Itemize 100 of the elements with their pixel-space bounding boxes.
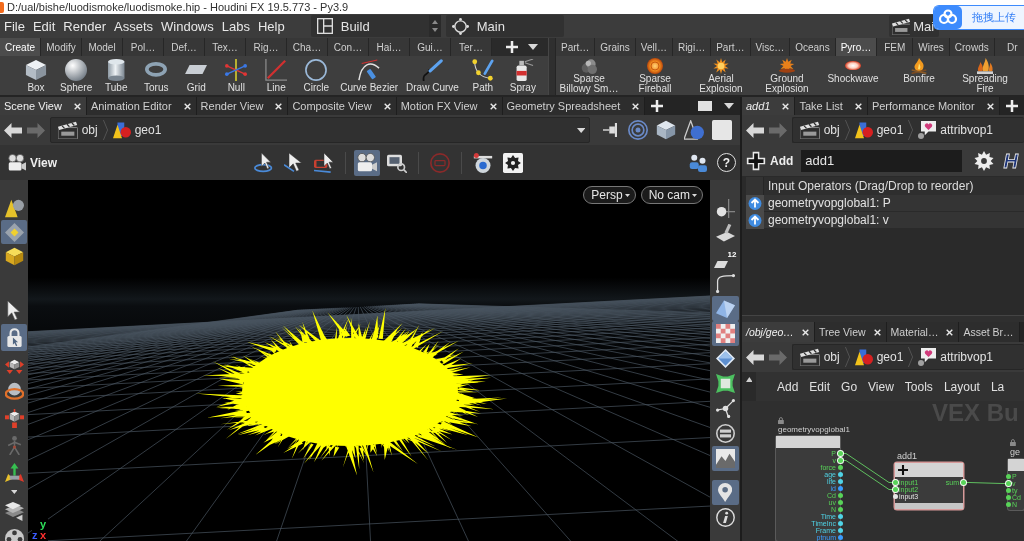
pane-tab[interactable]: Render View (196, 97, 289, 115)
menu-item[interactable]: Help (253, 15, 289, 37)
port-dot[interactable] (837, 535, 843, 540)
pane-tab[interactable]: Scene View (0, 97, 87, 115)
shelf-tool[interactable]: Bonfire (886, 57, 952, 84)
back-arrow-icon[interactable] (746, 349, 764, 365)
close-icon[interactable] (801, 328, 809, 336)
viewer-tool-button[interactable] (354, 149, 381, 176)
close-icon[interactable] (873, 328, 881, 336)
path-crumb[interactable]: geo1 (851, 348, 907, 366)
view-menu-button[interactable]: View (8, 153, 58, 172)
input-row[interactable]: geometryvopglobal1: v (746, 212, 1024, 229)
path-field[interactable]: obj geo1 (50, 117, 590, 143)
shelf-tab[interactable]: Grains (595, 38, 636, 56)
menu-item[interactable]: Render (59, 15, 110, 37)
pane-tab[interactable]: Composite View (288, 97, 397, 115)
upload-button[interactable]: 拖拽上传 (933, 5, 1024, 30)
plus-icon[interactable] (898, 465, 908, 475)
shelf-tool[interactable]: Sparse Billowy Sm… (556, 57, 622, 94)
close-icon[interactable] (782, 102, 790, 110)
shelf-tab[interactable]: Gui… (410, 38, 451, 56)
port-dot[interactable] (892, 494, 898, 499)
close-icon[interactable] (632, 102, 640, 110)
shelf-tab[interactable]: Tex… (205, 38, 246, 56)
menu-item[interactable]: Labs (217, 15, 254, 37)
back-arrow-icon[interactable] (4, 122, 22, 138)
close-icon[interactable] (183, 102, 191, 110)
port-dot[interactable] (837, 458, 843, 463)
shelf-tab[interactable]: Cha… (287, 38, 328, 56)
port-dot[interactable] (1005, 488, 1011, 493)
menu-item[interactable]: Edit (28, 15, 60, 37)
menu-item[interactable]: View (868, 379, 894, 394)
menu-item[interactable]: Windows (157, 15, 218, 37)
close-icon[interactable] (854, 102, 862, 110)
shelf-tab[interactable]: Vell… (635, 38, 673, 56)
shelf-tool[interactable]: Tube (96, 58, 137, 94)
target-ring-icon[interactable] (627, 120, 648, 140)
port-dot[interactable] (837, 521, 843, 526)
shelf-tab[interactable]: Modify (41, 38, 82, 56)
shelf-tool[interactable]: Torus (136, 58, 177, 94)
caret-icon[interactable] (576, 127, 585, 133)
cone-sphere-icon[interactable] (683, 120, 704, 140)
port-dot[interactable] (960, 480, 966, 485)
shelf-tab[interactable]: Rigi… (672, 38, 712, 56)
shelf-tool[interactable]: Sparse Fireball (622, 57, 688, 94)
tool-button[interactable] (1, 324, 27, 351)
path-crumb[interactable]: attribvop1 (915, 121, 997, 139)
shelf-tool[interactable]: Sphere (56, 58, 97, 94)
close-icon[interactable] (489, 102, 497, 110)
shelf-tab[interactable]: FEM (877, 38, 914, 56)
shelf-tool[interactable]: Circle (296, 58, 337, 94)
path-crumb[interactable]: geo1 (851, 121, 907, 139)
menu-item[interactable]: La (990, 379, 1005, 394)
shelf-tab[interactable]: Con… (328, 38, 369, 56)
menu-item[interactable]: Layout (943, 379, 980, 394)
path-crumb[interactable]: attribvop1 (915, 348, 997, 366)
path-crumb[interactable]: obj (797, 348, 843, 366)
caret-icon[interactable] (528, 44, 538, 50)
viewport[interactable]: Persp No cam y z x (28, 180, 710, 541)
shelf-tab[interactable]: Dr (994, 38, 1024, 56)
shelf-tab[interactable]: Pol… (123, 38, 164, 56)
port-dot[interactable] (837, 479, 843, 484)
close-icon[interactable] (946, 328, 954, 336)
take-select[interactable]: Mai (888, 15, 939, 37)
shelf-tool[interactable]: Grid (176, 58, 217, 94)
port-dot[interactable] (837, 500, 843, 505)
menu-item[interactable]: File (0, 15, 29, 37)
tool-button[interactable] (711, 321, 739, 346)
shelf-tab[interactable]: Part… (556, 38, 596, 56)
gear-icon[interactable] (973, 150, 994, 171)
port-dot[interactable] (837, 451, 843, 456)
plus-icon[interactable] (746, 150, 766, 171)
shelf-tool[interactable]: Null (216, 58, 257, 94)
shelf-tool[interactable]: Draw Curve (402, 58, 463, 94)
pane-tab[interactable]: Motion FX View (396, 97, 503, 115)
pane-tab[interactable]: Performance Monitor (867, 97, 1000, 115)
menu-item[interactable]: Tools (904, 379, 933, 394)
port-dot[interactable] (837, 514, 843, 519)
tool-button[interactable] (711, 296, 739, 321)
menu-item[interactable]: Go (841, 379, 858, 394)
pin-icon[interactable] (603, 123, 620, 137)
help-button[interactable]: ? (717, 153, 736, 172)
port-dot[interactable] (1005, 474, 1011, 479)
square-icon[interactable] (711, 120, 732, 140)
shelf-tool[interactable]: Box (16, 58, 56, 94)
input-row[interactable]: geometryvopglobal1: P (746, 195, 1024, 212)
caret-icon[interactable] (624, 193, 630, 197)
pane-tab[interactable]: Geometry Spreadsheet (502, 97, 646, 115)
path-field[interactable]: obj geo1 attribvop1 (792, 344, 1024, 370)
tool-button[interactable]: 12 (711, 246, 739, 271)
menu-item[interactable]: Add (777, 379, 799, 394)
shelf-tool[interactable]: Spreading Fire (952, 57, 1018, 94)
close-icon[interactable] (986, 102, 994, 110)
node-name-field[interactable]: add1 (801, 149, 962, 172)
path-crumb[interactable]: obj (797, 121, 843, 139)
shelf-tab[interactable]: Hai… (369, 38, 410, 56)
menu-item[interactable]: Edit (809, 379, 831, 394)
desktop-select[interactable]: Build (310, 15, 441, 37)
port-dot[interactable] (1005, 495, 1011, 500)
shelf-tab[interactable]: Pyro… (835, 38, 878, 56)
